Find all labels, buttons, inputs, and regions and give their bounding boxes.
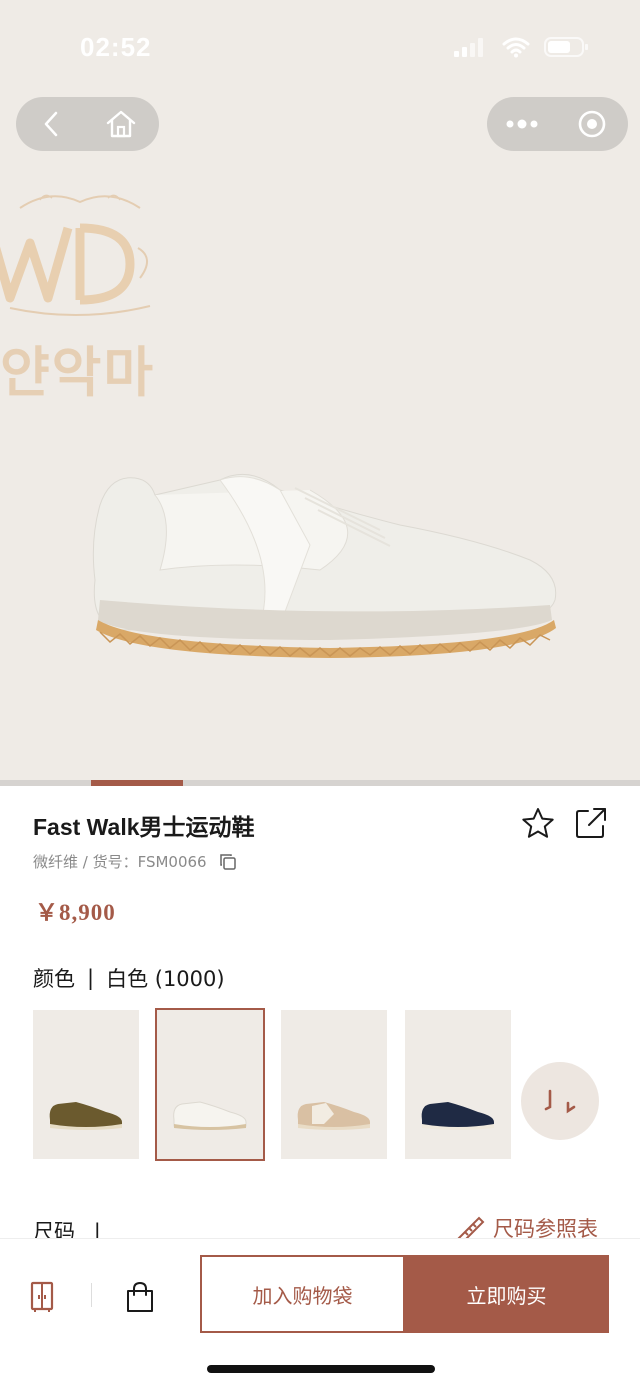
product-price: ￥8,900 [35, 900, 116, 925]
target-close-icon [578, 110, 606, 138]
signal-icon [454, 38, 483, 57]
more-dots-icon [506, 119, 538, 129]
back-button[interactable] [16, 97, 86, 151]
chat-face-icon [544, 1089, 576, 1114]
star-icon[interactable] [520, 806, 556, 842]
gallery-progress-fill [91, 780, 183, 786]
swatch-shoe-navy [421, 1101, 494, 1130]
bottom-action-bar: 加入购物袋 立即购买 [0, 1238, 640, 1387]
size-separator: | [93, 1220, 101, 1240]
gallery-progress [0, 780, 640, 786]
wardrobe-icon [30, 1281, 54, 1312]
color-swatch-white[interactable] [155, 1008, 265, 1161]
battery-icon [544, 37, 588, 57]
home-button[interactable] [86, 97, 156, 151]
bottom-divider [91, 1283, 92, 1307]
color-selected-value: 白色 (1000) [106, 967, 225, 991]
nav-capsule-left [16, 97, 159, 151]
shopping-bag-button[interactable] [120, 1277, 160, 1317]
chevron-left-icon [44, 111, 58, 137]
add-to-bag-button[interactable]: 加入购物袋 [200, 1255, 405, 1333]
color-label: 颜色 [33, 967, 75, 991]
color-swatch-beige[interactable] [281, 1010, 387, 1159]
shopping-bag-icon [127, 1281, 153, 1312]
product-material-sku: 微纤维 / 货号：FSM0066 [33, 853, 207, 871]
product-image-shoe [92, 473, 557, 658]
color-swatch-olive[interactable] [33, 1010, 139, 1159]
status-bar: 02:52 [0, 0, 640, 95]
size-chart-link[interactable]: 尺码参照表 [457, 1216, 598, 1240]
copy-icon[interactable] [219, 853, 237, 871]
color-swatches [33, 1008, 511, 1161]
share-icon[interactable] [574, 806, 608, 840]
wifi-icon [502, 37, 530, 58]
nav-capsule-right [487, 97, 628, 151]
size-label-text: 尺码 [33, 1220, 75, 1240]
brand-korean-text: 얀악마 [0, 341, 156, 404]
buy-now-button[interactable]: 立即购买 [404, 1255, 609, 1333]
fitting-room-button[interactable] [22, 1277, 62, 1317]
color-separator: | [87, 966, 95, 990]
color-selector-label: 颜色 | 白色 (1000) [33, 963, 225, 993]
product-image-gallery[interactable]: 02:52 얀악마 [0, 0, 640, 786]
status-icons [454, 36, 590, 58]
product-title: Fast Walk男士运动鞋 [33, 814, 255, 840]
swatch-shoe-white [173, 1100, 247, 1130]
brand-logo-watermark [0, 194, 151, 316]
more-button[interactable] [487, 97, 557, 151]
home-icon [106, 110, 136, 138]
size-label: 尺码 | [33, 1216, 101, 1240]
product-meta: 微纤维 / 货号：FSM0066 [33, 851, 237, 872]
close-miniprogram-button[interactable] [557, 97, 627, 151]
home-indicator[interactable] [207, 1365, 435, 1373]
ruler-icon [457, 1216, 485, 1240]
status-time: 02:52 [80, 32, 152, 62]
color-swatch-navy[interactable] [405, 1010, 511, 1159]
swatch-shoe-olive [49, 1101, 122, 1130]
swatch-shoe-beige [297, 1101, 370, 1130]
customer-service-button[interactable] [521, 1062, 599, 1140]
size-chart-label: 尺码参照表 [493, 1217, 598, 1240]
